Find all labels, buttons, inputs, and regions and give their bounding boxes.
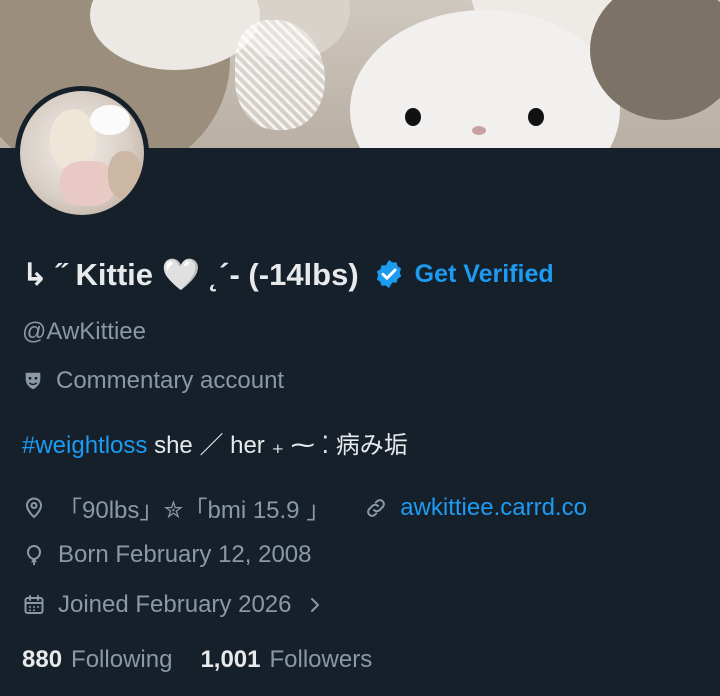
account-label-text: Commentary account <box>56 367 285 394</box>
joined-row[interactable]: Joined February 2026 <box>22 591 323 619</box>
followers-count: 1,001 <box>200 646 261 673</box>
banner-plush-nose <box>472 126 486 135</box>
chevron-right-icon[interactable] <box>307 593 323 617</box>
display-name: ↳ ˝ Kittie 🤍 ˛´- (-14lbs) <box>22 256 359 292</box>
calendar-icon <box>24 595 44 614</box>
profile-handle: @AwKittiee <box>22 318 146 345</box>
profile-name-row: ↳ ˝ Kittie 🤍 ˛´- (-14lbs) Get Verified <box>22 252 554 296</box>
banner-plush-eye-left <box>405 108 421 126</box>
location-pin-icon <box>25 497 43 518</box>
avatar-plush-toy <box>108 151 142 199</box>
bio-hashtag-link[interactable]: #weightloss <box>22 432 147 459</box>
followers-label: Followers <box>269 646 373 673</box>
follow-stats: 880 Following 1,001 Followers <box>22 646 372 674</box>
profile-meta-row: 「90lbs」✮「bmi 15.9 」 awkittiee.carrd.co <box>22 490 587 525</box>
avatar-doll-body <box>60 161 115 206</box>
link-icon <box>367 498 386 517</box>
profile-location: 「90lbs」✮「bmi 15.9 」 <box>58 497 331 524</box>
following-link[interactable]: 880 Following <box>22 646 172 674</box>
following-count: 880 <box>22 646 63 673</box>
profile-joined: Joined February 2026 <box>58 591 292 618</box>
profile-bio: #weightloss she ／ her ₊ ⁓ ⁚ 病み垢 <box>22 425 408 460</box>
avatar[interactable] <box>15 86 149 220</box>
banner-plush-eye-right <box>528 108 544 126</box>
bio-text: she ／ her ₊ ⁓ ⁚ 病み垢 <box>147 432 408 459</box>
theater-mask-icon <box>25 372 41 390</box>
balloon-icon <box>26 544 42 566</box>
avatar-image <box>20 91 144 215</box>
followers-link[interactable]: 1,001 Followers <box>200 646 372 674</box>
profile-birthday: Born February 12, 2008 <box>58 541 312 568</box>
get-verified-link[interactable]: Get Verified <box>415 260 554 289</box>
verified-badge-icon[interactable] <box>373 258 405 290</box>
avatar-doll-wing <box>90 105 130 135</box>
account-label[interactable]: Commentary account <box>22 367 284 395</box>
profile-website-link[interactable]: awkittiee.carrd.co <box>400 494 587 522</box>
following-label: Following <box>71 646 173 673</box>
birthday-row: Born February 12, 2008 <box>22 541 312 569</box>
website-link-group[interactable]: awkittiee.carrd.co <box>364 494 587 522</box>
